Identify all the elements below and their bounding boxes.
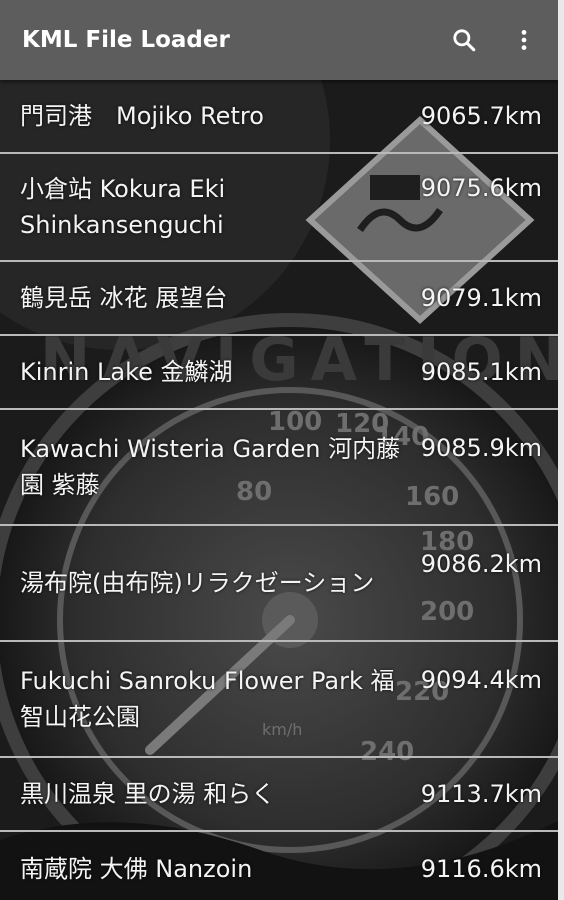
place-list: 門司港 Mojiko Retro 9065.7km 小倉站 Kokura Eki… [0, 80, 558, 900]
place-distance: 9086.2km [420, 550, 542, 578]
place-row-yufuin[interactable]: 湯布院(由布院)リラクゼーション 9086.2km [0, 526, 558, 642]
place-distance: 9075.6km [420, 174, 542, 202]
app-window: NAVIGATION 80 100 120 140 160 180 200 22… [0, 0, 558, 900]
app-bar: KML File Loader [0, 0, 558, 80]
place-distance: 9079.1km [420, 284, 542, 312]
place-name: 黒川温泉 里の湯 和らく [20, 780, 276, 808]
place-row-kinrin[interactable]: Kinrin Lake 金鱗湖 9085.1km [0, 336, 558, 410]
place-distance: 9116.6km [420, 855, 542, 883]
place-row-mojiko[interactable]: 門司港 Mojiko Retro 9065.7km [0, 80, 558, 154]
place-row-kurokawa[interactable]: 黒川温泉 里の湯 和らく 9113.7km [0, 758, 558, 832]
search-icon [453, 29, 476, 52]
place-name: 小倉站 Kokura Eki Shinkansenguchi [20, 175, 226, 239]
place-distance: 9085.1km [420, 358, 542, 386]
screen-edge [558, 0, 564, 900]
place-distance: 9085.9km [420, 434, 542, 462]
place-name: 南蔵院 大佛 Nanzoin [20, 855, 253, 883]
place-row-kawachi[interactable]: Kawachi Wisteria Garden 河内藤園 紫藤 9085.9km [0, 410, 558, 526]
place-name: Kawachi Wisteria Garden 河内藤園 紫藤 [20, 435, 401, 499]
place-name: Kinrin Lake 金鱗湖 [20, 358, 233, 386]
place-distance: 9094.4km [420, 666, 542, 694]
place-name: 門司港 Mojiko Retro [20, 102, 264, 130]
more-vert-icon [521, 30, 527, 50]
place-row-kokura[interactable]: 小倉站 Kokura Eki Shinkansenguchi 9075.6km [0, 154, 558, 262]
place-name: 湯布院(由布院)リラクゼーション [20, 569, 375, 597]
place-name: Fukuchi Sanroku Flower Park 福智山花公園 [20, 667, 395, 731]
search-button[interactable] [442, 18, 486, 62]
overflow-menu-button[interactable] [502, 18, 546, 62]
place-distance: 9113.7km [420, 780, 542, 808]
place-row-fukuchi[interactable]: Fukuchi Sanroku Flower Park 福智山花公園 9094.… [0, 642, 558, 758]
place-distance: 9065.7km [420, 102, 542, 130]
place-row-tsurumidake[interactable]: 鶴見岳 冰花 展望台 9079.1km [0, 262, 558, 336]
place-name: 鶴見岳 冰花 展望台 [20, 284, 228, 312]
app-title: KML File Loader [22, 27, 230, 53]
place-row-nanzoin[interactable]: 南蔵院 大佛 Nanzoin 9116.6km [0, 832, 558, 900]
